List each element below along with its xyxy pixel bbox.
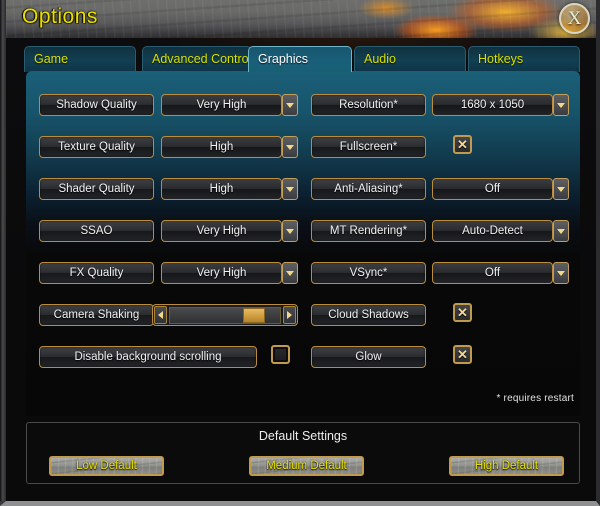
checkbox-x-icon: ✕ — [457, 304, 468, 320]
slider-thumb[interactable] — [243, 307, 266, 323]
checkbox-cloud-shadows[interactable]: ✕ — [453, 303, 472, 322]
checkbox-disable-background-scrolling[interactable]: ✕ — [271, 345, 290, 364]
chevron-down-icon-resolution[interactable] — [553, 94, 569, 116]
high-default-button[interactable]: High Default — [449, 456, 564, 476]
setting-label-shadow-quality[interactable]: Shadow Quality — [39, 94, 154, 116]
dropdown-texture-quality[interactable]: High — [161, 136, 282, 158]
close-icon: X — [567, 7, 582, 29]
dropdown-mt-rendering[interactable]: Auto-Detect — [432, 220, 553, 242]
dropdown-vsync[interactable]: Off — [432, 262, 553, 284]
chevron-down-icon-shader-quality[interactable] — [282, 178, 298, 200]
setting-label-texture-quality[interactable]: Texture Quality — [39, 136, 154, 158]
close-button[interactable]: X — [559, 3, 590, 34]
default-settings-title: Default Settings — [258, 429, 348, 443]
dropdown-shader-quality[interactable]: High — [161, 178, 282, 200]
slider-camera-shaking[interactable] — [152, 304, 298, 326]
setting-label-ssao[interactable]: SSAO — [39, 220, 154, 242]
tab-game[interactable]: Game — [24, 46, 136, 72]
chevron-down-icon-ssao[interactable] — [282, 220, 298, 242]
setting-label-cloud-shadows[interactable]: Cloud Shadows — [311, 304, 426, 326]
setting-label-camera-shaking[interactable]: Camera Shaking — [39, 304, 154, 326]
chevron-down-icon-vsync[interactable] — [553, 262, 569, 284]
chevron-down-icon-anti-aliasing[interactable] — [553, 178, 569, 200]
setting-label-glow[interactable]: Glow — [311, 346, 426, 368]
tab-advanced-controls[interactable]: Advanced Controls — [142, 46, 252, 72]
checkbox-x-icon: ✕ — [457, 346, 468, 362]
requires-restart-note: * requires restart — [496, 393, 574, 404]
chevron-down-icon-texture-quality[interactable] — [282, 136, 298, 158]
slider-increase-icon[interactable] — [283, 306, 296, 324]
tab-audio[interactable]: Audio — [354, 46, 466, 72]
setting-label-anti-aliasing[interactable]: Anti-Aliasing* — [311, 178, 426, 200]
checkbox-x-icon: ✕ — [457, 136, 468, 152]
setting-label-shader-quality[interactable]: Shader Quality — [39, 178, 154, 200]
chevron-down-icon-fx-quality[interactable] — [282, 262, 298, 284]
tab-hotkeys[interactable]: Hotkeys — [468, 46, 580, 72]
dropdown-shadow-quality[interactable]: Very High — [161, 94, 282, 116]
medium-default-button[interactable]: Medium Default — [249, 456, 364, 476]
chevron-down-icon-shadow-quality[interactable] — [282, 94, 298, 116]
tab-bar: Game Advanced Controls Graphics Audio Ho… — [24, 46, 580, 72]
options-window: Options X Game Advanced Controls Graphic… — [0, 0, 600, 506]
tab-graphics[interactable]: Graphics — [248, 46, 352, 72]
window-body: Game Advanced Controls Graphics Audio Ho… — [6, 38, 596, 501]
dropdown-resolution[interactable]: 1680 x 1050 — [432, 94, 553, 116]
setting-label-disable-background-scrolling[interactable]: Disable background scrolling — [39, 346, 257, 368]
default-settings-group: Default Settings Low Default Medium Defa… — [26, 422, 580, 484]
setting-label-resolution[interactable]: Resolution* — [311, 94, 426, 116]
setting-label-fullscreen[interactable]: Fullscreen* — [311, 136, 426, 158]
slider-track[interactable] — [169, 306, 281, 324]
slider-decrease-icon[interactable] — [154, 306, 167, 324]
dropdown-ssao[interactable]: Very High — [161, 220, 282, 242]
chevron-down-icon-mt-rendering[interactable] — [553, 220, 569, 242]
setting-label-mt-rendering[interactable]: MT Rendering* — [311, 220, 426, 242]
dropdown-fx-quality[interactable]: Very High — [161, 262, 282, 284]
checkbox-glow[interactable]: ✕ — [453, 345, 472, 364]
footer-button-bar: Benchmark Ok Cancel — [26, 500, 580, 501]
low-default-button[interactable]: Low Default — [49, 456, 164, 476]
setting-label-fx-quality[interactable]: FX Quality — [39, 262, 154, 284]
dropdown-anti-aliasing[interactable]: Off — [432, 178, 553, 200]
setting-label-vsync[interactable]: VSync* — [311, 262, 426, 284]
graphics-settings-panel: Shadow Quality Very High Texture Quality… — [26, 71, 580, 416]
title-bar: Options X — [6, 0, 596, 38]
checkbox-fullscreen[interactable]: ✕ — [453, 135, 472, 154]
page-title: Options — [22, 5, 98, 28]
